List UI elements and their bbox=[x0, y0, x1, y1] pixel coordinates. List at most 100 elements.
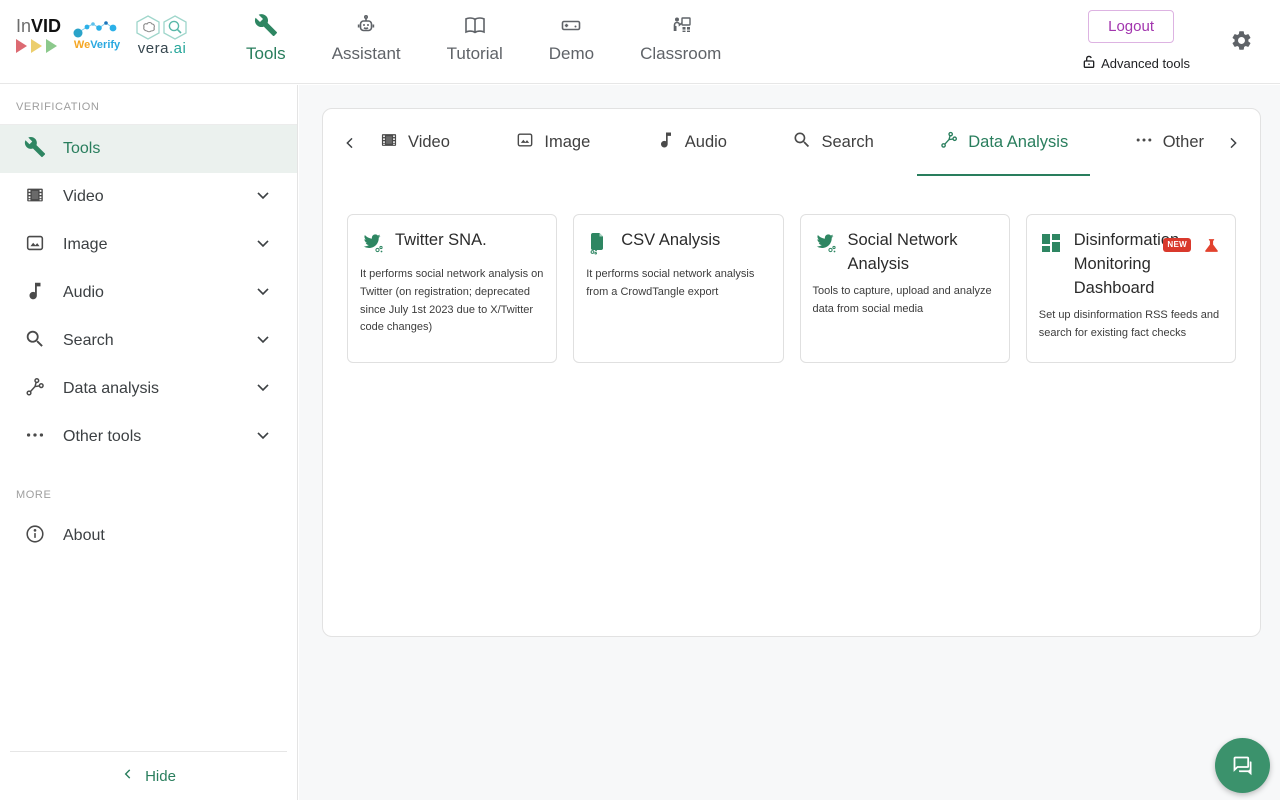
csv-file-icon bbox=[586, 229, 610, 260]
sidebar-item-label: Video bbox=[63, 188, 104, 205]
chat-icon bbox=[1233, 756, 1251, 775]
category-tabbar: Video Image Audio Search Data Analysis O… bbox=[323, 109, 1260, 176]
chevron-down-icon bbox=[253, 425, 273, 450]
nav-item-classroom[interactable]: Classroom bbox=[640, 13, 721, 64]
invid-logo: InVID bbox=[16, 17, 61, 53]
vera-ai-logo: vera.ai bbox=[133, 14, 191, 56]
lock-open-icon bbox=[1081, 54, 1097, 73]
nav-item-label: Classroom bbox=[640, 44, 722, 63]
top-nav: Tools Assistant Tutorial Demo Classroom bbox=[246, 13, 721, 64]
tab-label: Image bbox=[544, 133, 591, 151]
chat-fab-button[interactable] bbox=[1215, 738, 1270, 793]
music-note-icon bbox=[24, 280, 46, 307]
chevron-down-icon bbox=[253, 185, 273, 210]
chevron-right-icon bbox=[1230, 137, 1237, 148]
tab-label: Video bbox=[408, 133, 450, 151]
sidebar-item-label: About bbox=[63, 527, 105, 544]
card-disinformation-dashboard[interactable]: Disinformation Monitoring Dashboard Set … bbox=[1025, 214, 1236, 363]
sidebar-item-tools[interactable]: Tools bbox=[0, 125, 297, 173]
nav-item-label: Demo bbox=[548, 44, 595, 63]
search-icon bbox=[792, 130, 812, 155]
sidebar-item-other-tools[interactable]: Other tools bbox=[0, 413, 297, 461]
nav-item-label: Tools bbox=[246, 44, 286, 63]
card-title: Disinformation Monitoring Dashboard bbox=[1073, 231, 1180, 297]
tab-search[interactable]: Search bbox=[786, 109, 879, 176]
nav-item-label: Tutorial bbox=[446, 44, 503, 63]
tab-label: Data Analysis bbox=[968, 133, 1069, 151]
sidebar-item-label: Audio bbox=[63, 284, 104, 301]
wrench-icon bbox=[254, 13, 278, 37]
logo-group: InVID WeVerify vera.ai bbox=[16, 14, 191, 56]
data-analysis-icon bbox=[24, 376, 46, 403]
film-icon bbox=[24, 184, 46, 211]
tabs-scroll-right-button[interactable] bbox=[1220, 135, 1246, 151]
card-twitter-sna[interactable]: Twitter SNA. It performs social network … bbox=[347, 214, 558, 363]
nav-item-tutorial[interactable]: Tutorial bbox=[447, 13, 503, 64]
robot-icon bbox=[354, 13, 378, 37]
nav-item-label: Assistant bbox=[331, 44, 401, 63]
chevron-down-icon bbox=[253, 281, 273, 306]
tab-label: Other bbox=[1162, 133, 1204, 151]
nav-item-assistant[interactable]: Assistant bbox=[332, 13, 401, 64]
hide-sidebar-button[interactable]: Hide bbox=[0, 752, 297, 800]
advanced-tools-toggle[interactable]: Advanced tools bbox=[1081, 54, 1190, 73]
weverify-logo: WeVerify bbox=[71, 19, 123, 51]
tool-cards-row: Twitter SNA. It performs social network … bbox=[347, 214, 1236, 363]
sidebar: VERIFICATION Tools Video Image Audio Sea… bbox=[0, 85, 298, 800]
image-icon bbox=[515, 130, 535, 155]
vera-logo-text: vera bbox=[137, 40, 169, 57]
nav-item-tools[interactable]: Tools bbox=[246, 13, 286, 64]
weverify-logo-text-verify: Verify bbox=[90, 39, 121, 51]
tab-label: Search bbox=[821, 133, 874, 151]
chevron-down-icon bbox=[253, 233, 273, 258]
sidebar-item-label: Image bbox=[63, 236, 108, 253]
tab-video[interactable]: Video bbox=[373, 109, 456, 176]
top-header: InVID WeVerify vera.ai Tools Assistant T… bbox=[0, 0, 1280, 84]
sidebar-item-data-analysis[interactable]: Data analysis bbox=[0, 365, 297, 413]
wrench-icon bbox=[24, 136, 46, 163]
sidebar-footer: Hide bbox=[0, 751, 297, 800]
tools-panel: Video Image Audio Search Data Analysis O… bbox=[322, 108, 1261, 637]
gear-icon[interactable] bbox=[1230, 29, 1253, 57]
tabs-scroll-left-button[interactable] bbox=[337, 135, 363, 151]
film-icon bbox=[379, 130, 399, 155]
card-social-network-analysis[interactable]: Social Network Analysis Tools to capture… bbox=[799, 214, 1010, 363]
card-title: Social Network Analysis bbox=[847, 231, 958, 273]
chevron-down-icon bbox=[253, 377, 273, 402]
card-description: Set up disinformation RSS feeds and sear… bbox=[1038, 308, 1220, 339]
sidebar-item-label: Other tools bbox=[63, 428, 142, 445]
ellipsis-icon bbox=[24, 424, 46, 451]
sidebar-item-about[interactable]: About bbox=[0, 512, 297, 560]
data-analysis-icon bbox=[939, 130, 959, 155]
card-title: Twitter SNA. bbox=[395, 231, 487, 249]
tab-other[interactable]: Other bbox=[1128, 109, 1210, 176]
nav-item-demo[interactable]: Demo bbox=[549, 13, 594, 64]
sidebar-item-image[interactable]: Image bbox=[0, 221, 297, 269]
tab-audio[interactable]: Audio bbox=[650, 109, 733, 176]
chevron-down-icon bbox=[253, 329, 273, 354]
card-csv-analysis[interactable]: CSV Analysis It performs social network … bbox=[573, 214, 784, 363]
vera-logo-text-ai: .ai bbox=[168, 40, 187, 57]
tab-data-analysis[interactable]: Data Analysis bbox=[917, 109, 1091, 176]
sidebar-section-verification: VERIFICATION bbox=[16, 101, 100, 113]
new-badge: NEW bbox=[1163, 238, 1191, 252]
logout-button[interactable]: Logout bbox=[1088, 10, 1174, 43]
sidebar-section-more: MORE bbox=[16, 489, 52, 501]
main-content: Video Image Audio Search Data Analysis O… bbox=[299, 85, 1280, 800]
classroom-icon bbox=[669, 13, 693, 37]
tab-label: Audio bbox=[684, 133, 727, 151]
card-title: CSV Analysis bbox=[621, 231, 721, 249]
dashboard-icon bbox=[1039, 229, 1063, 260]
hide-label: Hide bbox=[145, 767, 176, 785]
sidebar-item-video[interactable]: Video bbox=[0, 173, 297, 221]
card-description: It performs social network analysis from… bbox=[586, 268, 755, 298]
vera-hexagons-icon bbox=[136, 15, 187, 40]
sidebar-item-search[interactable]: Search bbox=[0, 317, 297, 365]
invid-logo-text-in: In bbox=[16, 16, 32, 36]
sidebar-item-label: Tools bbox=[63, 140, 101, 157]
tab-image[interactable]: Image bbox=[509, 109, 596, 176]
sidebar-item-audio[interactable]: Audio bbox=[0, 269, 297, 317]
sidebar-item-label: Search bbox=[63, 332, 114, 349]
ellipsis-icon bbox=[1134, 130, 1154, 155]
card-description: Tools to capture, upload and analyze dat… bbox=[812, 284, 992, 315]
